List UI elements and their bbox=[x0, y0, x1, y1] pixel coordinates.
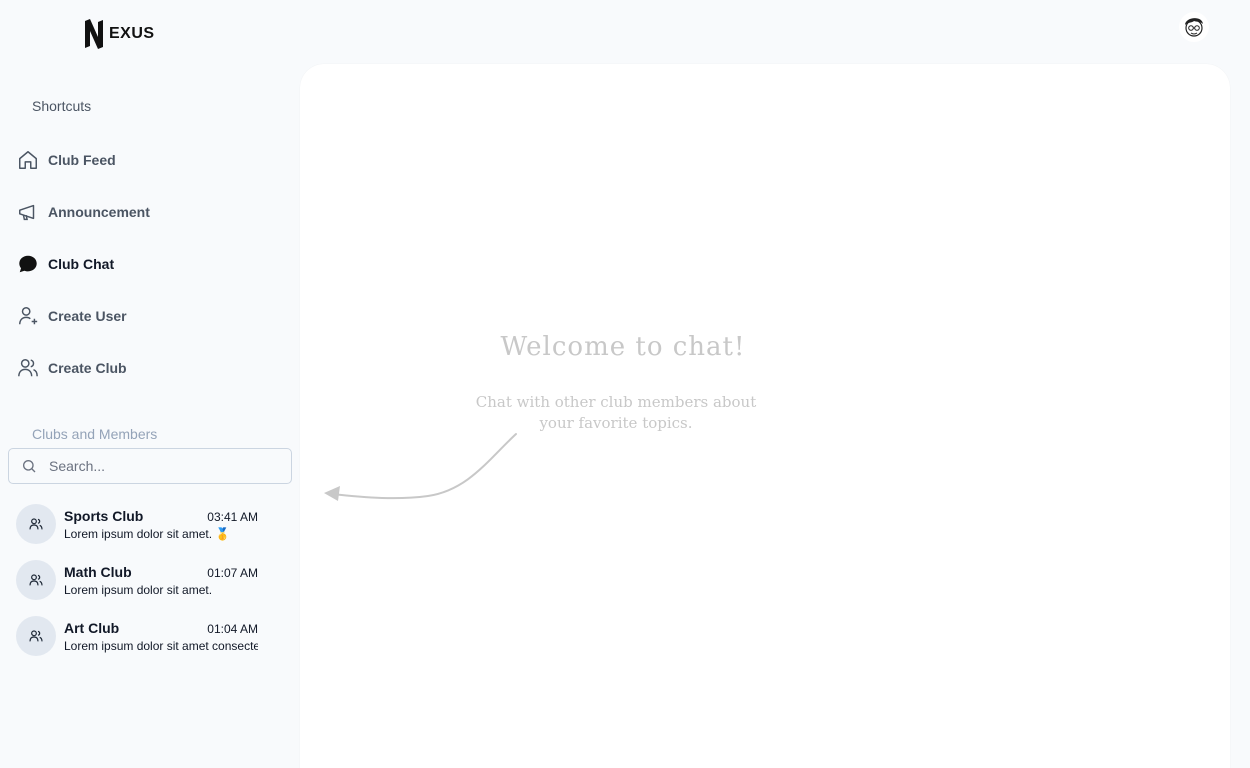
home-icon bbox=[16, 149, 39, 172]
club-last-message: Lorem ipsum dolor sit amet consectetur bbox=[64, 638, 258, 653]
group-icon bbox=[29, 630, 43, 642]
megaphone-icon bbox=[16, 201, 39, 224]
search-icon bbox=[23, 460, 36, 473]
clubs-heading: Clubs and Members bbox=[32, 426, 158, 442]
welcome-subtitle: Chat with other club members about your … bbox=[475, 393, 757, 432]
sidebar-item-label: Club Chat bbox=[48, 256, 115, 272]
group-icon bbox=[29, 518, 43, 530]
sidebar-item-label: Create Club bbox=[48, 360, 127, 376]
welcome-title: Welcome to chat! bbox=[500, 332, 746, 362]
club-name: Math Club bbox=[64, 563, 132, 580]
shortcuts-nav: Club Feed Announcement Club Chat Create … bbox=[16, 134, 286, 394]
club-list-item[interactable]: Math Club 01:07 AM Lorem ipsum dolor sit… bbox=[16, 552, 260, 608]
logo-text: EXUS bbox=[109, 25, 155, 42]
app-root: EXUS Shortcuts Club Feed Announcement Cl… bbox=[0, 0, 1250, 768]
sidebar-item-announcement[interactable]: Announcement bbox=[16, 186, 286, 238]
club-time: 01:07 AM bbox=[207, 565, 258, 580]
sidebar-item-create-club[interactable]: Create Club bbox=[16, 342, 286, 394]
club-time: 03:41 AM bbox=[207, 509, 258, 524]
sidebar-item-label: Create User bbox=[48, 308, 127, 324]
club-avatar bbox=[16, 560, 56, 600]
sidebar-item-label: Club Feed bbox=[48, 152, 116, 168]
club-search[interactable] bbox=[8, 448, 292, 484]
club-avatar bbox=[16, 616, 56, 656]
user-plus-icon bbox=[16, 305, 39, 328]
club-time: 01:04 AM bbox=[207, 621, 258, 636]
club-last-message: Lorem ipsum dolor sit amet. 🥇 bbox=[64, 526, 231, 541]
club-list-item[interactable]: Art Club 01:04 AM Lorem ipsum dolor sit … bbox=[16, 608, 260, 664]
club-avatar bbox=[16, 504, 56, 544]
curved-arrow-icon bbox=[324, 433, 517, 501]
search-input[interactable] bbox=[49, 458, 279, 474]
chat-bubble-icon bbox=[16, 253, 39, 276]
sidebar-item-create-user[interactable]: Create User bbox=[16, 290, 286, 342]
nexus-logo-icon bbox=[85, 19, 103, 49]
clubs-list: Sports Club 03:41 AM Lorem ipsum dolor s… bbox=[16, 496, 260, 664]
profile-avatar[interactable] bbox=[1179, 12, 1209, 42]
sidebar-item-club-chat[interactable]: Club Chat bbox=[16, 238, 286, 290]
sidebar-item-club-feed[interactable]: Club Feed bbox=[16, 134, 286, 186]
club-name: Art Club bbox=[64, 619, 120, 636]
club-last-message: Lorem ipsum dolor sit amet. bbox=[64, 582, 213, 597]
club-list-item[interactable]: Sports Club 03:41 AM Lorem ipsum dolor s… bbox=[16, 496, 260, 552]
group-icon bbox=[29, 574, 43, 586]
users-icon bbox=[16, 357, 39, 380]
club-name: Sports Club bbox=[64, 507, 144, 524]
shortcuts-heading: Shortcuts bbox=[32, 98, 92, 114]
chat-panel: Welcome to chat! Chat with other club me… bbox=[300, 64, 1230, 768]
sidebar: Shortcuts Club Feed Announcement Club Ch… bbox=[0, 64, 300, 768]
logo[interactable]: EXUS bbox=[83, 18, 155, 50]
sidebar-item-label: Announcement bbox=[48, 204, 150, 220]
avatar-face-icon bbox=[1185, 18, 1203, 37]
